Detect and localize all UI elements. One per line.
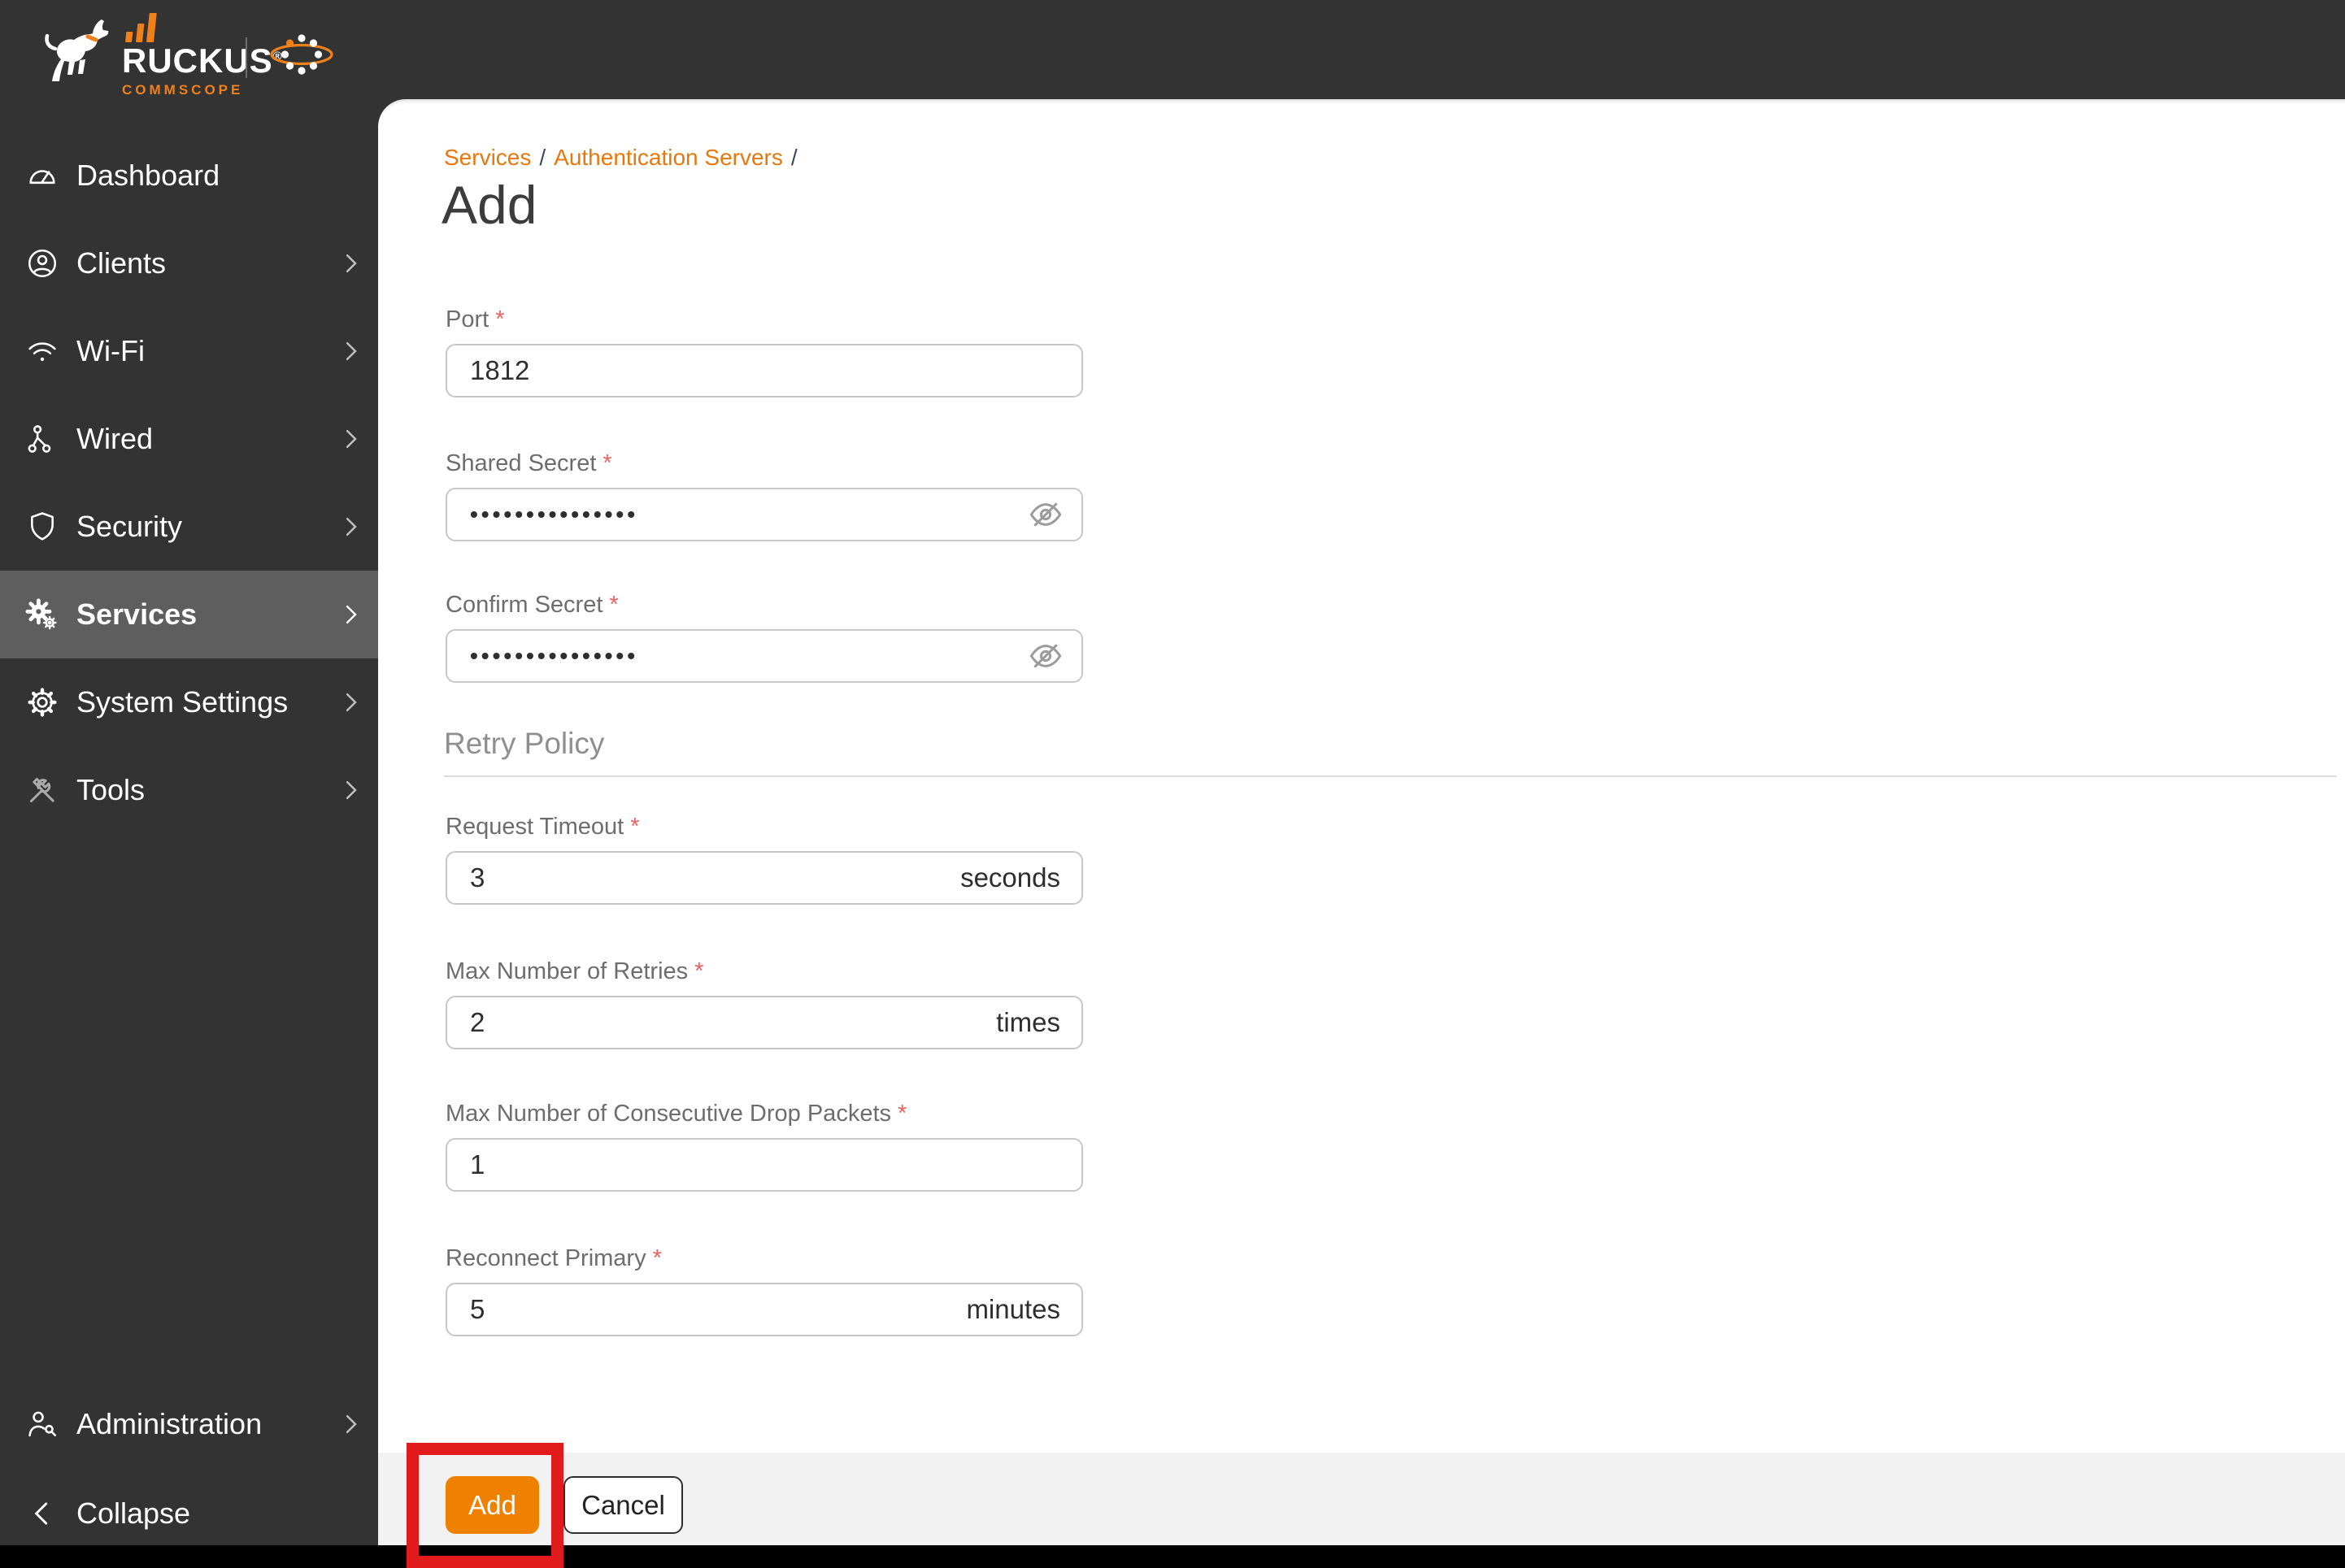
- cancel-button[interactable]: Cancel: [563, 1476, 683, 1534]
- brand-name-text: RUCKUS: [122, 41, 273, 80]
- required-asterisk: *: [898, 1100, 907, 1127]
- shared-secret-label-text: Shared Secret: [446, 450, 597, 476]
- chevron-right-icon: [346, 1414, 357, 1434]
- request-timeout-label: Request Timeout *: [446, 813, 1083, 840]
- reconnect-primary-field-group: Reconnect Primary * minutes: [446, 1244, 1083, 1336]
- sidebar-item-label: System Settings: [76, 685, 289, 719]
- sidebar-item-wifi[interactable]: Wi-Fi: [0, 307, 378, 395]
- dashboard-gauge-icon: [29, 170, 55, 185]
- bottom-black-bar: [0, 1545, 2345, 1568]
- ruckus-one-orbit-icon: [270, 34, 333, 75]
- reconnect-primary-label: Reconnect Primary *: [446, 1244, 1083, 1272]
- sidebar-item-label: Wired: [76, 422, 154, 455]
- chevron-left-icon: [34, 1502, 48, 1525]
- form-action-bar: Add Cancel: [378, 1453, 2345, 1545]
- security-shield-icon: [31, 512, 54, 541]
- brand-name: RUCKUS®: [122, 44, 283, 78]
- sidebar-item-label: Security: [76, 510, 183, 543]
- chevron-right-icon: [346, 341, 357, 361]
- tools-icon: [29, 777, 54, 803]
- port-label: Port *: [446, 306, 1083, 333]
- main-content: Services / Authentication Servers / Add Por…: [378, 99, 2345, 1545]
- port-label-text: Port: [446, 306, 489, 332]
- sidebar-item-security[interactable]: Security: [0, 483, 378, 571]
- sidebar-item-label: Administration: [76, 1407, 263, 1440]
- sidebar-collapse-button[interactable]: Collapse: [0, 1470, 378, 1557]
- sidebar-item-administration[interactable]: Administration: [0, 1380, 378, 1468]
- ruckus-dog-icon: [45, 20, 109, 81]
- sidebar-item-dashboard[interactable]: Dashboard: [0, 132, 378, 219]
- sidebar-item-system-settings[interactable]: System Settings: [0, 658, 378, 746]
- max-retries-input[interactable]: [446, 996, 1083, 1049]
- system-settings-gear-icon: [28, 688, 57, 717]
- sidebar-item-label: Services: [76, 597, 198, 631]
- brand-divider: [246, 37, 247, 78]
- required-asterisk: *: [694, 958, 704, 984]
- confirm-secret-label: Confirm Secret *: [446, 591, 1083, 619]
- shared-secret-input[interactable]: [446, 488, 1083, 541]
- sidebar-item-label: Clients: [76, 246, 167, 280]
- max-drop-packets-input[interactable]: [446, 1138, 1083, 1192]
- services-gears-icon: [25, 598, 57, 630]
- chevron-right-icon: [346, 429, 357, 449]
- section-divider: [444, 775, 2337, 777]
- breadcrumb-link-services[interactable]: Services: [444, 145, 531, 170]
- sidebar-item-tools[interactable]: Tools: [0, 746, 378, 834]
- brand-sub-name: COMMSCOPE: [122, 82, 244, 98]
- sidebar-item-label: Dashboard: [76, 159, 220, 192]
- add-button[interactable]: Add: [446, 1476, 539, 1534]
- chevron-right-icon: [346, 605, 357, 624]
- administration-user-wrench-icon: [28, 1411, 57, 1437]
- chevron-right-icon: [346, 254, 357, 273]
- request-timeout-unit: seconds: [960, 862, 1060, 893]
- max-retries-unit: times: [996, 1007, 1060, 1037]
- wired-network-icon: [28, 425, 51, 453]
- required-asterisk: *: [630, 813, 640, 840]
- port-field-group: Port *: [446, 306, 1083, 397]
- request-timeout-field-group: Request Timeout * seconds: [446, 813, 1083, 905]
- chevron-right-icon: [346, 693, 357, 712]
- required-asterisk: *: [652, 1244, 662, 1271]
- eye-off-icon[interactable]: [1026, 495, 1065, 534]
- clients-user-icon: [28, 249, 57, 278]
- retry-policy-section-title: Retry Policy: [444, 727, 605, 760]
- breadcrumb-separator: /: [790, 145, 798, 170]
- max-drop-packets-label: Max Number of Consecutive Drop Packets *: [446, 1100, 1083, 1127]
- breadcrumb-link-authentication-servers[interactable]: Authentication Servers: [554, 145, 783, 170]
- max-drop-packets-field-group: Max Number of Consecutive Drop Packets *: [446, 1100, 1083, 1192]
- brand-wordmark: RUCKUS® COMMSCOPE: [122, 11, 283, 98]
- page-title: Add: [442, 175, 537, 235]
- eye-off-icon[interactable]: [1026, 636, 1065, 675]
- request-timeout-label-text: Request Timeout: [446, 813, 624, 840]
- sidebar-item-clients[interactable]: Clients: [0, 219, 378, 307]
- max-retries-label: Max Number of Retries *: [446, 958, 1083, 985]
- required-asterisk: *: [603, 450, 612, 476]
- wifi-icon: [28, 342, 56, 362]
- port-input[interactable]: [446, 344, 1083, 397]
- chevron-right-icon: [346, 780, 357, 800]
- confirm-secret-input[interactable]: [446, 629, 1083, 683]
- required-asterisk: *: [609, 591, 619, 618]
- collapse-label: Collapse: [76, 1496, 191, 1530]
- shared-secret-label: Shared Secret *: [446, 450, 1083, 477]
- signal-bars-icon: [125, 13, 157, 42]
- app-root: RUCKUS® COMMSCOPE Dashboard Clients Wi-F…: [0, 0, 2345, 1568]
- reconnect-primary-label-text: Reconnect Primary: [446, 1244, 646, 1271]
- sidebar-item-label: Wi-Fi: [76, 334, 145, 367]
- max-drop-packets-label-text: Max Number of Consecutive Drop Packets: [446, 1100, 891, 1127]
- chevron-right-icon: [346, 517, 357, 536]
- sidebar-item-label: Tools: [76, 773, 146, 806]
- required-asterisk: *: [495, 306, 505, 332]
- shared-secret-field-group: Shared Secret *: [446, 450, 1083, 541]
- max-retries-label-text: Max Number of Retries: [446, 958, 689, 984]
- max-retries-field-group: Max Number of Retries * times: [446, 958, 1083, 1049]
- sidebar-item-services[interactable]: Services: [0, 571, 378, 658]
- reconnect-primary-unit: minutes: [966, 1294, 1060, 1324]
- confirm-secret-field-group: Confirm Secret *: [446, 591, 1083, 683]
- breadcrumb-separator: /: [539, 145, 546, 170]
- confirm-secret-label-text: Confirm Secret: [446, 591, 603, 618]
- breadcrumb: Services / Authentication Servers /: [444, 145, 806, 171]
- sidebar-item-wired[interactable]: Wired: [0, 395, 378, 483]
